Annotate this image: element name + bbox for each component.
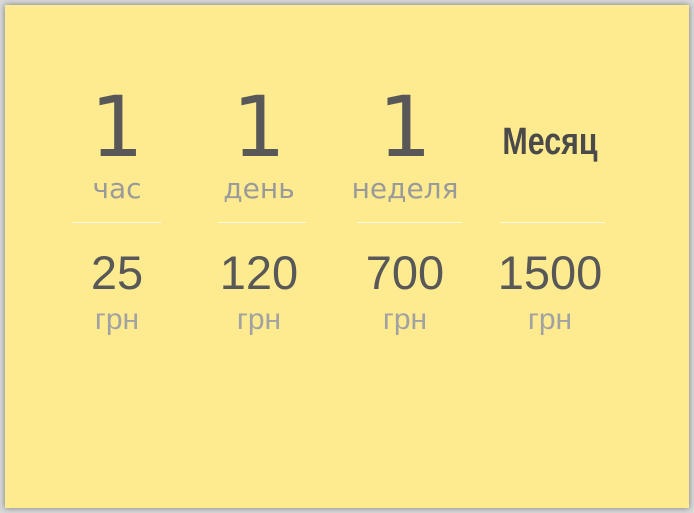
plan-period: неделя <box>351 172 459 205</box>
pricing-card: 1 час 25 грн 1 день 120 грн 1 неделя 700… <box>5 5 689 508</box>
plan-price: 1500 <box>497 246 603 299</box>
plan-amount: 1 <box>90 78 144 176</box>
plan-currency: грн <box>94 303 140 336</box>
plan-price: 700 <box>365 246 445 299</box>
divider <box>357 222 462 223</box>
plan-period: день <box>223 172 295 205</box>
plan-period: час <box>92 172 142 205</box>
plan-amount: 1 <box>378 78 432 176</box>
plan-currency: грн <box>236 303 282 336</box>
plan-price: 25 <box>90 246 144 299</box>
divider <box>218 222 306 223</box>
plan-period: Месяц <box>502 121 598 163</box>
divider <box>72 222 161 223</box>
plan-price: 120 <box>219 246 299 299</box>
plan-currency: грн <box>382 303 428 336</box>
plan-amount: 1 <box>232 78 286 176</box>
plan-currency: грн <box>527 303 573 336</box>
divider <box>500 222 605 223</box>
